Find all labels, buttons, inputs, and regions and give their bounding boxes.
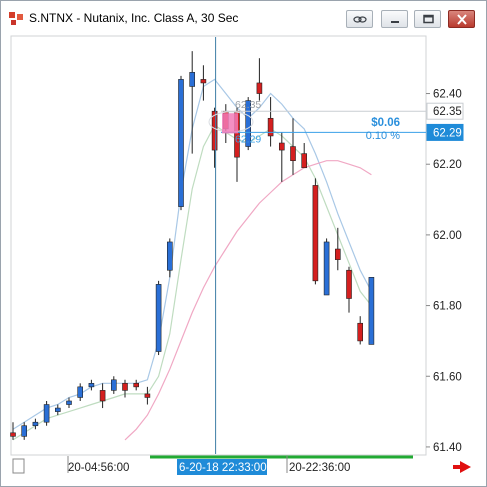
scroll-thumb — [12, 458, 25, 474]
candle-down — [211, 110, 218, 151]
candle-up — [111, 379, 117, 391]
restore-button[interactable] — [414, 10, 441, 28]
candle-up — [368, 277, 375, 345]
close-icon — [457, 14, 467, 25]
candle-down — [122, 383, 128, 391]
close-button[interactable] — [448, 10, 475, 28]
candle-up — [155, 284, 162, 352]
candle — [323, 238, 330, 296]
candle-down — [334, 248, 341, 260]
measure-from-label: 62.35 — [235, 99, 261, 111]
candle-down — [346, 269, 352, 299]
candle-down — [133, 383, 139, 388]
candle-up — [323, 241, 330, 296]
candle-down — [99, 390, 106, 402]
crosshair-time-label: 6-20-18 22:33:00 — [179, 462, 267, 474]
candle — [178, 75, 184, 211]
chart-area[interactable]: 62.35 62.29 $0.06 0.10 % 62.40 62.20 62.00 61.… — [9, 35, 481, 481]
minimize-button[interactable] — [381, 10, 408, 28]
price-tick-label: 62.20 — [433, 159, 462, 171]
candle-down — [312, 185, 319, 282]
price-badge-label: 62.35 — [433, 106, 462, 118]
title-bar[interactable]: S.NTNX - Nutanix, Inc. Class A, 30 Sec — [1, 1, 486, 35]
measure-highlight — [222, 113, 238, 134]
candle-up — [167, 241, 173, 271]
candle-down — [290, 146, 296, 161]
candle-up — [66, 400, 72, 405]
candle — [368, 277, 375, 345]
candle-up — [77, 386, 83, 398]
link-button[interactable] — [346, 10, 373, 28]
candle-up — [54, 407, 61, 412]
candle-up — [178, 79, 184, 207]
time-label: 20-04:56:00 — [68, 462, 129, 474]
chart-window: S.NTNX - Nutanix, Inc. Class A, 30 Sec 6… — [0, 0, 487, 487]
link-icon — [353, 16, 367, 23]
candle — [155, 280, 162, 356]
price-tick-label: 62.40 — [433, 89, 462, 101]
candle-up — [21, 425, 27, 437]
window-title: S.NTNX - Nutanix, Inc. Class A, 30 Sec — [29, 11, 239, 25]
current-price-label: 62.29 — [433, 127, 462, 139]
measure-change: $0.06 — [371, 117, 400, 129]
candle-down — [267, 117, 274, 137]
candle — [312, 178, 319, 285]
measure-to-label: 62.29 — [235, 133, 261, 145]
candle-up — [88, 383, 95, 388]
candle-down — [278, 142, 285, 151]
candle-up — [43, 404, 50, 423]
candle-down — [10, 432, 16, 437]
price-chart[interactable]: 62.35 62.29 $0.060.10 % 62.40 62.20 62.00 61.… — [9, 35, 481, 481]
candle-down — [357, 322, 364, 342]
price-tick-label: 62.00 — [433, 230, 462, 242]
price-tick-label: 61.80 — [433, 301, 462, 313]
price-tick-label: 61.60 — [433, 371, 462, 383]
price-tick-label: 61.40 — [433, 442, 462, 454]
measure-percent: 0.10 % — [366, 130, 400, 142]
restore-icon — [423, 14, 434, 24]
candle-up — [189, 72, 195, 87]
candle — [43, 400, 50, 426]
app-icon — [9, 12, 23, 25]
candle-down — [301, 153, 308, 169]
minimize-icon — [391, 21, 399, 23]
candle-down — [256, 82, 263, 94]
time-label: 20-22:36:00 — [289, 462, 350, 474]
candle-down — [200, 79, 207, 84]
candle-up — [32, 421, 39, 427]
candle-down — [144, 393, 151, 398]
